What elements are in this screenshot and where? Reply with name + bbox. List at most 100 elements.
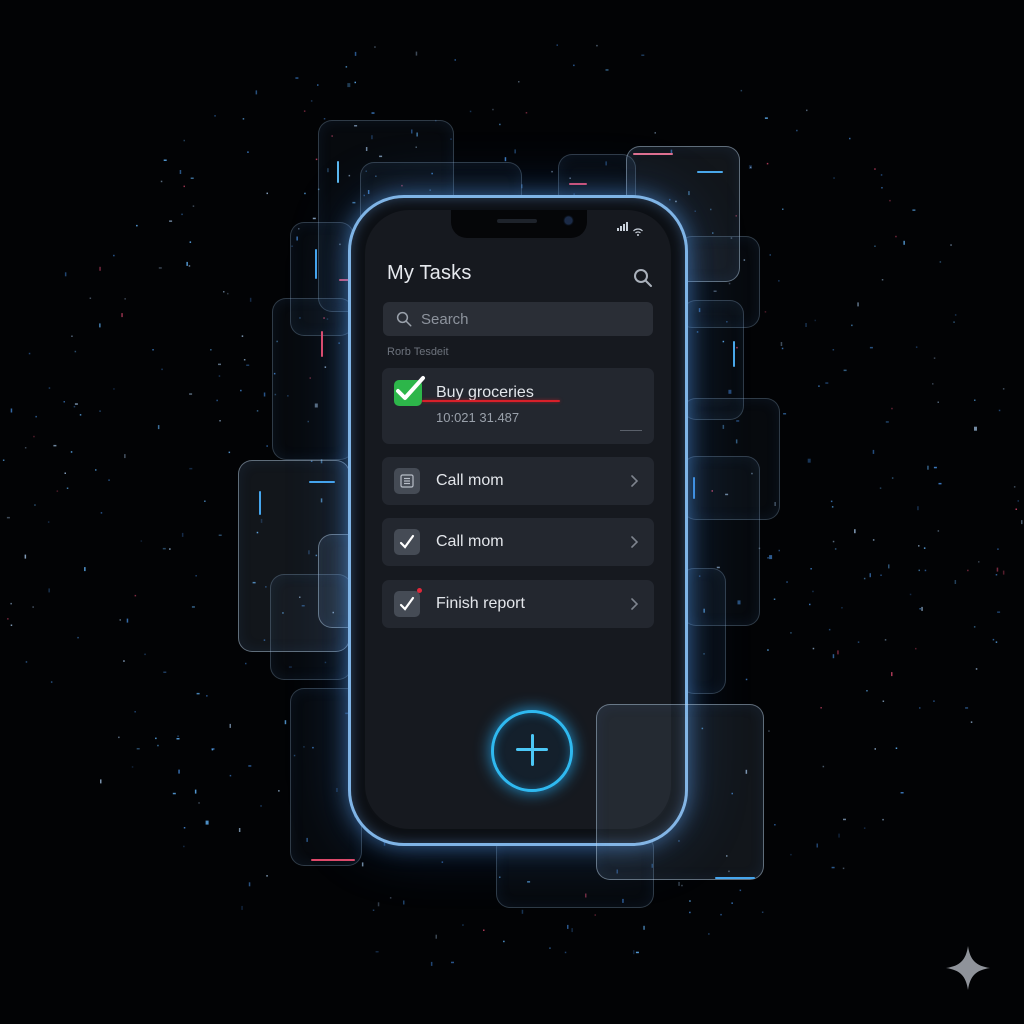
- particle: [158, 267, 162, 269]
- particle: [35, 415, 37, 418]
- particle: [312, 217, 316, 220]
- divider: [620, 430, 642, 431]
- particle: [178, 769, 180, 774]
- particle: [643, 925, 645, 930]
- particle: [160, 180, 163, 183]
- particle: [654, 132, 656, 134]
- particle: [492, 108, 494, 111]
- task-item-completed[interactable]: Buy groceries 10:021 31.487: [382, 368, 654, 444]
- particle: [206, 695, 208, 697]
- particle: [938, 482, 942, 485]
- particle: [831, 506, 834, 508]
- particle: [889, 199, 891, 202]
- checkbox[interactable]: [394, 529, 420, 555]
- particle: [152, 349, 154, 351]
- particle: [303, 110, 306, 112]
- particle: [188, 265, 191, 267]
- particle: [134, 594, 137, 597]
- particle: [229, 774, 232, 777]
- particle: [998, 409, 1001, 412]
- particle: [310, 100, 313, 102]
- particle: [169, 220, 173, 222]
- particle: [375, 951, 379, 953]
- search-icon[interactable]: [631, 266, 655, 290]
- particle: [1013, 486, 1016, 488]
- particle: [678, 881, 680, 886]
- particle: [183, 827, 186, 829]
- particle: [843, 369, 847, 372]
- status-bar: [617, 218, 643, 236]
- particle: [720, 913, 722, 916]
- particle: [191, 606, 195, 608]
- task-timestamp: 10:021 31.487: [436, 410, 520, 425]
- particle: [183, 139, 185, 142]
- particle: [100, 512, 103, 514]
- particle: [126, 618, 129, 623]
- particle: [769, 555, 773, 560]
- particle: [181, 213, 183, 216]
- particle: [556, 44, 558, 46]
- particle: [134, 711, 136, 713]
- particle: [347, 83, 351, 88]
- particle: [997, 548, 999, 550]
- particle: [919, 608, 921, 610]
- particle: [140, 540, 143, 542]
- particle: [874, 748, 876, 750]
- particle: [74, 403, 78, 405]
- particle: [95, 469, 97, 471]
- particle: [354, 51, 357, 56]
- particle: [32, 606, 34, 608]
- particle: [64, 272, 67, 277]
- particle: [284, 720, 287, 725]
- particle: [33, 435, 35, 438]
- particle: [278, 790, 280, 792]
- checkbox[interactable]: [394, 591, 420, 617]
- particle: [825, 382, 829, 384]
- particle: [28, 352, 31, 355]
- particle: [223, 291, 225, 293]
- particle: [241, 905, 243, 910]
- particle: [77, 636, 79, 639]
- add-task-button[interactable]: [491, 710, 573, 792]
- particle: [189, 467, 193, 470]
- particle: [689, 911, 691, 914]
- particle: [48, 387, 51, 389]
- particle: [933, 700, 935, 702]
- task-name: Call mom: [436, 472, 504, 489]
- particle: [837, 650, 839, 655]
- check-icon: [399, 596, 415, 611]
- particle: [323, 118, 326, 120]
- task-name: Call mom: [436, 533, 504, 550]
- particle: [451, 961, 454, 964]
- task-item[interactable]: Call mom: [382, 518, 654, 566]
- particle: [157, 744, 159, 747]
- particle: [121, 313, 123, 318]
- particle: [525, 112, 528, 114]
- particle: [921, 606, 923, 611]
- particle: [403, 900, 405, 905]
- particle: [782, 208, 784, 210]
- particle: [828, 628, 831, 631]
- particle: [483, 929, 485, 931]
- particle: [995, 641, 998, 643]
- particle: [978, 561, 980, 563]
- particle: [832, 654, 835, 659]
- completed-checkbox[interactable]: [394, 376, 425, 406]
- particle: [70, 451, 73, 453]
- particle: [774, 824, 776, 826]
- particle: [880, 174, 883, 176]
- particle: [937, 530, 940, 532]
- task-item[interactable]: Finish report: [382, 580, 654, 628]
- particle: [194, 789, 197, 794]
- search-input[interactable]: Search: [383, 302, 653, 336]
- particle: [242, 118, 245, 120]
- particle: [144, 653, 146, 656]
- speaker-grille: [497, 219, 537, 223]
- particle: [739, 889, 742, 892]
- task-item[interactable]: Call mom: [382, 457, 654, 505]
- particle: [227, 292, 229, 295]
- particle: [354, 81, 356, 84]
- particle: [807, 458, 811, 463]
- particle: [48, 588, 50, 593]
- task-name: Finish report: [436, 595, 525, 612]
